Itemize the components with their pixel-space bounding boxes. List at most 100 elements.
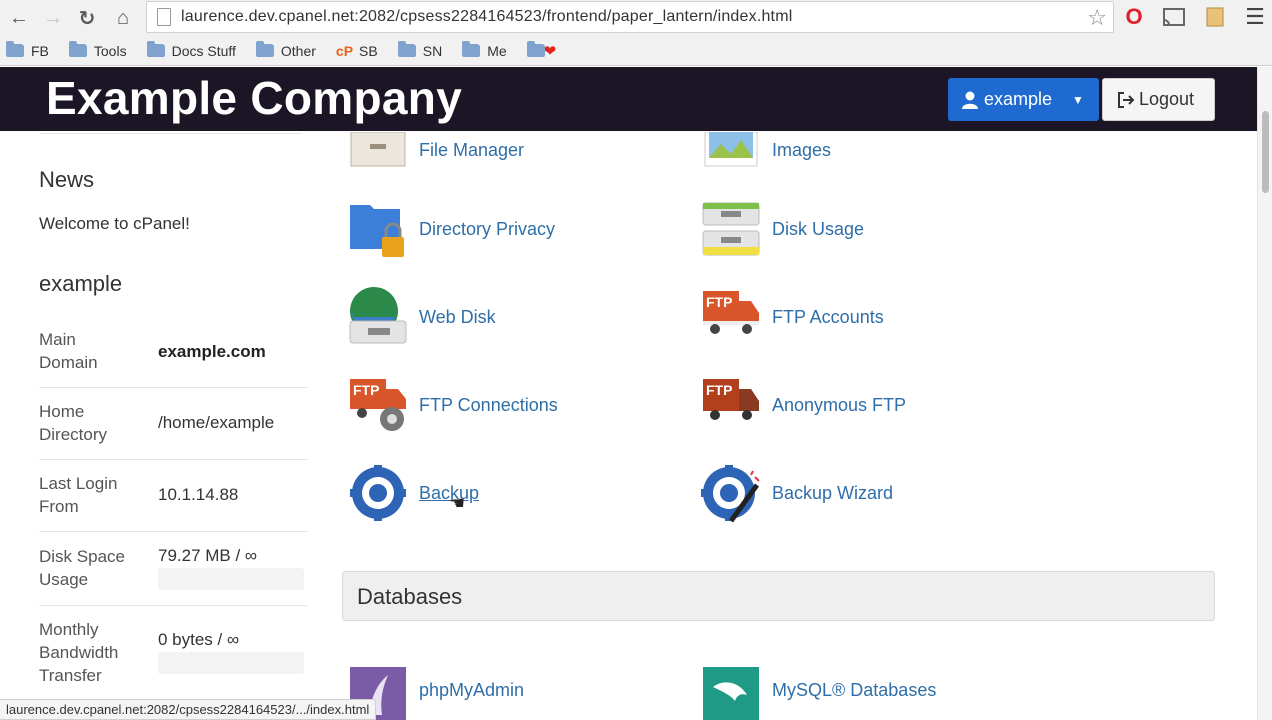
folder-icon	[526, 41, 545, 57]
page-scrollbar[interactable]	[1257, 67, 1272, 720]
account-heading: example	[39, 271, 123, 296]
stat-row-main-domain: Main Domain example.com	[39, 318, 307, 388]
feature-label: Anonymous FTP	[772, 394, 907, 415]
feature-ftp-accounts[interactable]: FTP FTP Accounts	[701, 287, 884, 347]
browser-toolbar: ← → ↻ ⌂ laurence.dev.cpanel.net:2082/cps…	[0, 0, 1272, 36]
ftp-badge-text: FTP	[353, 382, 379, 398]
feature-label: phpMyAdmin	[419, 679, 525, 700]
feature-label: FTP Accounts	[772, 306, 884, 327]
home-icon[interactable]: ⌂	[106, 1, 140, 35]
company-title: Example Company	[46, 72, 463, 124]
scrollbar-thumb[interactable]	[1262, 111, 1269, 193]
feature-ftp-connections[interactable]: FTP FTP Connections	[348, 375, 558, 435]
disk-usage-icon	[701, 199, 761, 259]
bookmark-docs-stuff[interactable]: Docs Stuff	[146, 41, 236, 59]
user-menu-button[interactable]: example ▼	[948, 78, 1099, 121]
folder-icon	[146, 41, 165, 57]
feature-label: Disk Usage	[772, 218, 865, 239]
ftp-badge-text: FTP	[706, 294, 732, 310]
news-text: Welcome to cPanel!	[39, 214, 190, 233]
feature-label: Directory Privacy	[419, 218, 556, 239]
logout-button[interactable]: Logout	[1102, 78, 1215, 121]
directory-privacy-icon	[348, 199, 408, 259]
stat-row-home-directory: Home Directory /home/example	[39, 388, 307, 460]
feature-label: FTP Connections	[419, 394, 558, 415]
feature-web-disk[interactable]: Web Disk	[348, 287, 496, 347]
menu-icon[interactable]: ☰	[1243, 4, 1267, 29]
feature-disk-usage[interactable]: Disk Usage	[701, 199, 864, 259]
logout-icon	[1118, 91, 1135, 108]
ftp-accounts-icon: FTP	[701, 287, 761, 347]
bookmark-fb[interactable]: FB	[6, 41, 49, 59]
bookmark-star-icon[interactable]: ☆	[1087, 5, 1107, 31]
bookmark-sb[interactable]: cP SB	[336, 43, 378, 59]
stat-value: example.com	[158, 342, 266, 361]
feature-label: MySQL® Databases	[772, 679, 937, 700]
bookmarks-bar: FB Tools Docs Stuff Other cP SB SN Me ❤	[0, 36, 1272, 66]
bandwidth-bar	[158, 652, 304, 674]
bookmark-me[interactable]: Me	[462, 41, 507, 59]
section-title: Databases	[357, 584, 463, 609]
file-manager-icon	[348, 131, 408, 168]
feature-file-manager[interactable]: File Manager	[348, 131, 525, 168]
cpanel-header: Example Company example ▼ Logout	[0, 67, 1257, 131]
browser-status-bar: laurence.dev.cpanel.net:2082/cpsess22841…	[0, 699, 377, 720]
bookmark-other[interactable]: Other	[255, 41, 316, 59]
bookmark-sn[interactable]: SN	[397, 41, 442, 59]
folder-icon	[6, 41, 24, 57]
feature-label: File Manager	[419, 139, 525, 160]
web-disk-icon	[348, 287, 408, 347]
feature-label: Web Disk	[419, 306, 496, 327]
stat-label: Home Directory	[39, 402, 108, 444]
heart-icon: ❤	[543, 42, 557, 60]
sb-logo-icon: cP	[335, 42, 354, 59]
bookmark-tools[interactable]: Tools	[68, 41, 127, 59]
cast-icon[interactable]	[1162, 5, 1186, 29]
disk-usage-bar	[158, 568, 304, 590]
folder-icon	[255, 41, 274, 57]
stat-value: 79.27 MB / ∞	[158, 546, 258, 565]
page-icon	[157, 8, 171, 26]
bookmark-heart[interactable]: ❤	[526, 41, 557, 60]
images-icon	[701, 131, 761, 168]
stat-label: Main Domain	[39, 330, 98, 372]
user-icon	[962, 91, 978, 109]
back-icon[interactable]: ←	[2, 1, 36, 35]
stat-value: 10.1.14.88	[158, 485, 239, 504]
user-label: example	[984, 89, 1053, 109]
folder-icon	[462, 41, 481, 57]
databases-section-header[interactable]: Databases	[342, 571, 1215, 621]
anonymous-ftp-icon: FTP	[701, 375, 761, 435]
stat-label: Monthly Bandwidth Transfer	[39, 620, 119, 685]
forward-icon[interactable]: →	[36, 1, 70, 35]
stat-row-disk-space: Disk Space Usage 79.27 MB / ∞	[39, 532, 307, 606]
reload-icon[interactable]: ↻	[70, 1, 104, 35]
stat-label: Disk Space Usage	[39, 547, 125, 589]
address-url: laurence.dev.cpanel.net:2082/cpsess22841…	[181, 8, 793, 25]
stat-row-bandwidth: Monthly Bandwidth Transfer 0 bytes / ∞	[39, 606, 307, 686]
stat-row-last-login: Last Login From 10.1.14.88	[39, 460, 307, 532]
sidebar-divider	[40, 133, 302, 134]
opera-icon[interactable]: O	[1122, 4, 1146, 29]
feature-backup-wizard[interactable]: Backup Wizard	[701, 463, 893, 523]
backup-icon	[348, 463, 408, 523]
feature-anonymous-ftp[interactable]: FTP Anonymous FTP	[701, 375, 906, 435]
caret-down-icon: ▼	[1072, 92, 1084, 107]
hand-cursor-icon: ☚	[449, 493, 466, 513]
backup-wizard-icon	[701, 463, 761, 523]
folder-icon	[397, 41, 416, 57]
mysql-icon	[701, 665, 761, 720]
feature-directory-privacy[interactable]: Directory Privacy	[348, 199, 555, 259]
news-heading: News	[39, 167, 95, 192]
address-bar[interactable]: laurence.dev.cpanel.net:2082/cpsess22841…	[146, 1, 1114, 33]
ftp-connections-icon: FTP	[348, 375, 408, 435]
logout-label: Logout	[1139, 89, 1195, 109]
stat-value: /home/example	[158, 413, 275, 432]
feature-images[interactable]: Images	[701, 131, 831, 168]
feature-mysql-databases[interactable]: MySQL® Databases	[701, 665, 936, 720]
feature-label: Backup Wizard	[772, 482, 894, 503]
folder-icon	[68, 41, 87, 57]
extension-icon[interactable]	[1203, 5, 1227, 29]
stat-value: 0 bytes / ∞	[158, 630, 240, 649]
ftp-badge-text: FTP	[706, 382, 732, 398]
